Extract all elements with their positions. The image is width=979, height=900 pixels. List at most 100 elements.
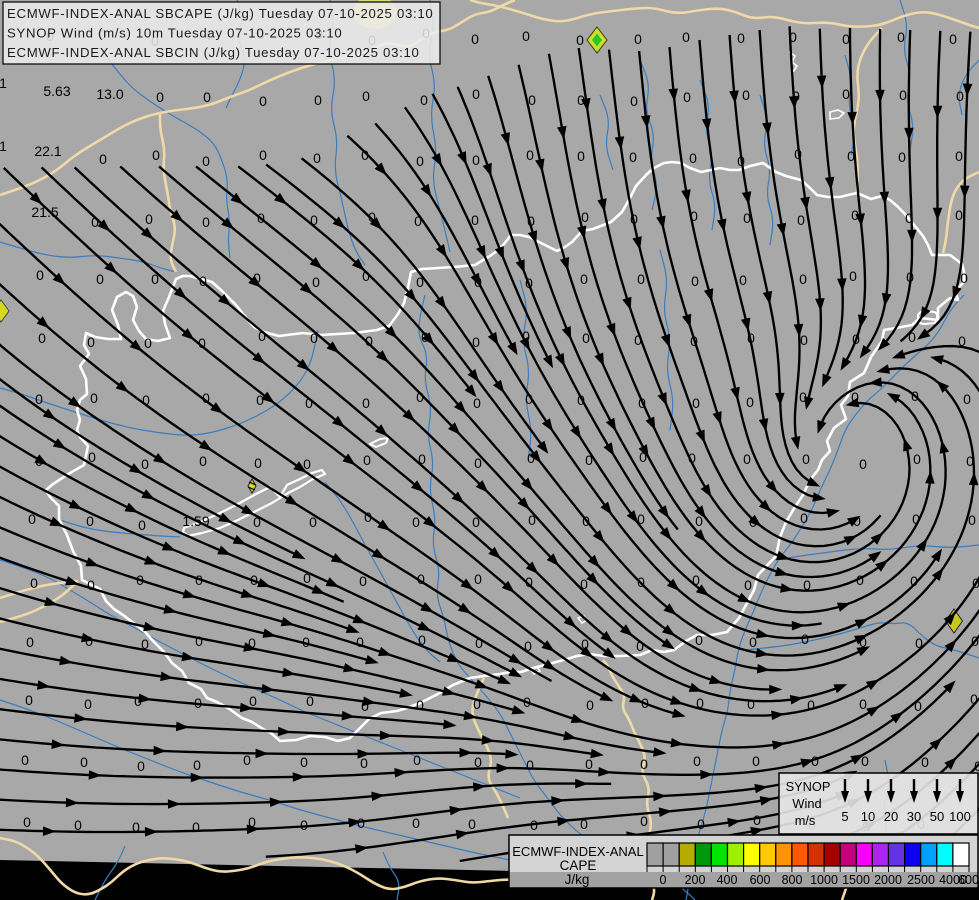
svg-text:0: 0: [802, 451, 810, 467]
svg-text:0: 0: [842, 86, 850, 102]
svg-text:0: 0: [254, 455, 262, 471]
svg-text:0: 0: [963, 391, 971, 407]
svg-text:0: 0: [585, 756, 593, 772]
svg-text:0: 0: [362, 88, 370, 104]
svg-text:0: 0: [637, 271, 645, 287]
svg-text:0: 0: [471, 212, 479, 228]
svg-text:0: 0: [312, 274, 320, 290]
svg-text:ECMWF-INDEX-ANAL: ECMWF-INDEX-ANAL: [512, 844, 643, 859]
svg-text:0: 0: [202, 153, 210, 169]
svg-text:2000: 2000: [874, 873, 902, 887]
svg-text:0: 0: [743, 451, 751, 467]
svg-text:0: 0: [640, 756, 648, 772]
svg-text:0: 0: [202, 214, 210, 230]
svg-text:0: 0: [26, 634, 34, 650]
svg-text:22.1: 22.1: [34, 143, 61, 159]
svg-text:0: 0: [362, 395, 370, 411]
svg-text:0: 0: [249, 693, 257, 709]
svg-text:0: 0: [580, 271, 588, 287]
svg-text:0: 0: [193, 757, 201, 773]
svg-text:800: 800: [782, 873, 803, 887]
svg-text:0: 0: [87, 577, 95, 593]
svg-text:0: 0: [137, 758, 145, 774]
svg-text:20: 20: [884, 809, 898, 824]
svg-text:0: 0: [692, 395, 700, 411]
svg-text:0: 0: [416, 153, 424, 169]
svg-text:0: 0: [849, 268, 857, 284]
svg-text:1: 1: [0, 138, 7, 154]
svg-text:0: 0: [898, 149, 906, 165]
svg-text:0: 0: [314, 92, 322, 108]
svg-text:ECMWF-INDEX-ANAL SBCIN (J/kg): ECMWF-INDEX-ANAL SBCIN (J/kg) Tuesday 07…: [7, 45, 420, 60]
svg-text:0: 0: [660, 873, 667, 887]
svg-text:0: 0: [30, 575, 38, 591]
svg-text:0: 0: [80, 754, 88, 770]
svg-text:0: 0: [746, 394, 754, 410]
svg-text:0: 0: [801, 631, 809, 647]
svg-text:0: 0: [141, 456, 149, 472]
svg-text:0: 0: [420, 92, 428, 108]
svg-text:m/s: m/s: [795, 813, 816, 828]
svg-text:0: 0: [586, 697, 594, 713]
svg-text:0: 0: [156, 89, 164, 105]
svg-text:0: 0: [689, 150, 697, 166]
svg-text:0: 0: [21, 752, 29, 768]
svg-text:0: 0: [145, 211, 153, 227]
svg-text:0: 0: [300, 817, 308, 833]
svg-text:13.0: 13.0: [96, 86, 123, 102]
svg-text:1000: 1000: [810, 873, 838, 887]
svg-text:200: 200: [685, 873, 706, 887]
svg-text:0: 0: [859, 456, 867, 472]
svg-text:0: 0: [38, 330, 46, 346]
svg-text:0: 0: [363, 452, 371, 468]
svg-text:0: 0: [960, 270, 968, 286]
svg-text:100: 100: [949, 809, 971, 824]
svg-text:0: 0: [682, 29, 690, 45]
svg-text:0: 0: [35, 391, 43, 407]
svg-text:0: 0: [300, 754, 308, 770]
svg-text:0: 0: [413, 752, 421, 768]
svg-text:600: 600: [750, 873, 771, 887]
svg-text:0: 0: [747, 696, 755, 712]
svg-text:0: 0: [744, 577, 752, 593]
svg-text:0: 0: [634, 31, 642, 47]
svg-text:0: 0: [84, 696, 92, 712]
svg-text:0: 0: [416, 697, 424, 713]
svg-text:1: 1: [0, 75, 7, 91]
svg-text:SYNOP: SYNOP: [786, 779, 831, 794]
svg-text:0: 0: [138, 517, 146, 533]
svg-text:0: 0: [471, 31, 479, 47]
svg-text:0: 0: [474, 571, 482, 587]
svg-text:0: 0: [800, 510, 808, 526]
svg-text:0: 0: [695, 632, 703, 648]
svg-text:0: 0: [152, 147, 160, 163]
svg-text:0: 0: [640, 813, 648, 829]
svg-text:0: 0: [360, 755, 368, 771]
svg-text:0: 0: [412, 514, 420, 530]
svg-text:0: 0: [799, 271, 807, 287]
svg-text:0: 0: [203, 89, 211, 105]
svg-text:0: 0: [528, 92, 536, 108]
svg-text:SYNOP Wind (m/s) 10m Tuesday 0: SYNOP Wind (m/s) 10m Tuesday 07-10-2025 …: [7, 26, 342, 41]
svg-text:0: 0: [630, 93, 638, 109]
svg-text:0: 0: [96, 271, 104, 287]
svg-text:5: 5: [841, 809, 848, 824]
svg-text:ECMWF-INDEX-ANAL SBCAPE (J/kg): ECMWF-INDEX-ANAL SBCAPE (J/kg) Tuesday 0…: [7, 6, 433, 21]
svg-text:0: 0: [25, 692, 33, 708]
svg-text:0: 0: [955, 207, 963, 223]
svg-text:30: 30: [907, 809, 921, 824]
svg-text:0: 0: [472, 86, 480, 102]
svg-text:0: 0: [955, 148, 963, 164]
svg-text:0: 0: [195, 633, 203, 649]
svg-text:6000: 6000: [958, 873, 979, 887]
svg-text:0: 0: [859, 696, 867, 712]
svg-text:0: 0: [526, 757, 534, 773]
svg-text:0: 0: [742, 87, 750, 103]
svg-text:50: 50: [930, 809, 944, 824]
svg-text:0: 0: [313, 150, 321, 166]
svg-text:0: 0: [473, 395, 481, 411]
svg-text:0: 0: [468, 816, 476, 832]
svg-text:0: 0: [697, 816, 705, 832]
svg-text:Wind: Wind: [792, 796, 821, 811]
svg-text:0: 0: [581, 209, 589, 225]
